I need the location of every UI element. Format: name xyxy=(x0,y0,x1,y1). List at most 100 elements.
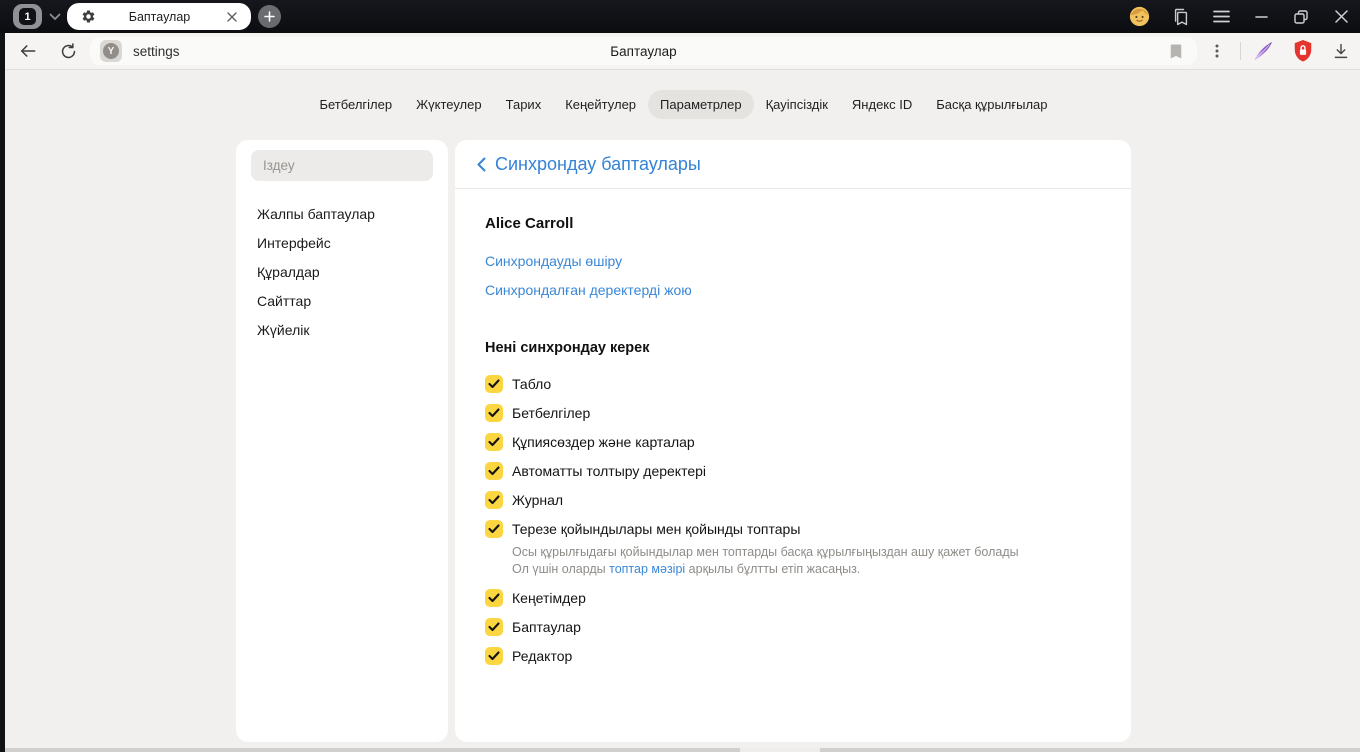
checkbox-label: Терезе қойындылары мен қойынды топтары xyxy=(512,520,801,537)
address-text: settings xyxy=(133,43,180,59)
horizontal-scrollbar[interactable] xyxy=(0,748,1360,752)
yandex-favicon: Y xyxy=(103,43,119,59)
checkbox-label: Құпиясөздер және карталар xyxy=(512,433,695,450)
downloads-button[interactable] xyxy=(1323,33,1359,69)
profile-button[interactable] xyxy=(1119,0,1159,33)
collections-button[interactable] xyxy=(1161,0,1201,33)
checkbox[interactable] xyxy=(485,403,503,422)
window-minimize-button[interactable] xyxy=(1241,0,1281,33)
back-button[interactable] xyxy=(10,33,46,69)
tab-downloads[interactable]: Жүктеулер xyxy=(404,90,494,119)
bookmark-icon xyxy=(1170,44,1182,58)
sidebar-item-general[interactable]: Жалпы баптаулар xyxy=(236,199,448,228)
delete-synced-data-link[interactable]: Синхрондалған деректерді жою xyxy=(485,275,692,304)
tab-close-button[interactable] xyxy=(223,8,241,26)
close-icon xyxy=(227,11,237,22)
checkbox[interactable] xyxy=(485,519,503,538)
sync-checkbox-row-editor[interactable]: Редактор xyxy=(485,641,1101,670)
checkbox-label: Автоматты толтыру деректері xyxy=(512,462,707,479)
note-line1: Осы құрылғыдағы қойындылар мен топтарды … xyxy=(512,545,1019,559)
note-line2-pre: Ол үшін оларды xyxy=(512,562,610,576)
checkbox[interactable] xyxy=(485,490,503,509)
tab-history[interactable]: Тарих xyxy=(494,90,554,119)
sync-checkbox-row-tableau[interactable]: Табло xyxy=(485,369,1101,398)
tab-counter: 1 xyxy=(19,8,36,25)
account-name: Alice Carroll xyxy=(485,215,574,232)
browser-tab-settings[interactable]: Баптаулар xyxy=(67,3,251,30)
tab-extensions[interactable]: Кеңейтулер xyxy=(553,90,648,119)
search-box xyxy=(251,150,433,181)
minimize-icon xyxy=(1254,15,1268,18)
window-left-edge xyxy=(0,33,5,752)
checkbox-label: Табло xyxy=(512,375,552,392)
browser-menu-button[interactable] xyxy=(1201,0,1241,33)
checkbox-label: Редактор xyxy=(512,647,573,664)
tab-counter-button[interactable]: 1 xyxy=(13,4,42,29)
sync-checkbox-row-tabs[interactable]: Терезе қойындылары мен қойынды топтары xyxy=(485,514,1101,543)
checkbox[interactable] xyxy=(485,646,503,665)
page-actions-menu-button[interactable] xyxy=(1199,33,1235,69)
sync-checkbox-row-history[interactable]: Журнал xyxy=(485,485,1101,514)
section-title: Нені синхрондау керек xyxy=(485,340,650,356)
back-to-settings-button[interactable] xyxy=(470,150,492,178)
protect-shield-icon xyxy=(1292,39,1314,63)
checkbox[interactable] xyxy=(485,588,503,607)
tab-bookmarks[interactable]: Бетбелгілер xyxy=(307,90,404,119)
collections-icon xyxy=(1171,7,1191,27)
download-icon xyxy=(1334,43,1348,59)
new-tab-button[interactable] xyxy=(258,5,281,28)
checkbox[interactable] xyxy=(485,432,503,451)
window-close-button[interactable] xyxy=(1321,0,1360,33)
reload-button[interactable] xyxy=(50,33,86,69)
feather-icon xyxy=(1251,39,1275,63)
tab-security[interactable]: Қауіпсіздік xyxy=(754,90,840,119)
checkbox[interactable] xyxy=(485,617,503,636)
tab-other-devices[interactable]: Басқа құрылғылар xyxy=(924,90,1059,119)
chevron-down-icon xyxy=(49,8,61,26)
chevron-left-icon xyxy=(477,157,485,171)
sync-checkbox-row-extensions[interactable]: Кеңетімдер xyxy=(485,583,1101,612)
sync-checkbox-row-autofill[interactable]: Автоматты толтыру деректері xyxy=(485,456,1101,485)
feather-extension-button[interactable] xyxy=(1245,33,1281,69)
menu-icon xyxy=(1212,10,1230,23)
bookmark-button[interactable] xyxy=(1165,40,1187,62)
scrollbar-gap xyxy=(740,748,820,752)
page-title: Синхрондау баптаулары xyxy=(495,153,701,174)
sidebar-item-tools[interactable]: Құралдар xyxy=(236,257,448,286)
note-line2-post: арқылы бұлтты етіп жасаңыз. xyxy=(685,562,861,576)
disable-sync-link[interactable]: Синхрондауды өшіру xyxy=(485,246,622,275)
sync-settings-header: Синхрондау баптаулары xyxy=(455,140,1131,189)
sidebar-item-interface[interactable]: Интерфейс xyxy=(236,228,448,257)
checkbox-label: Бетбелгілер xyxy=(512,404,591,421)
search-input[interactable] xyxy=(251,158,433,173)
tab-yandex-id[interactable]: Яндекс ID xyxy=(840,90,924,119)
protect-button[interactable] xyxy=(1285,33,1321,69)
kebab-menu-icon xyxy=(1215,44,1219,58)
tabs-sync-note: Осы құрылғыдағы қойындылар мен топтарды … xyxy=(512,544,1101,578)
sync-checkbox-row-bookmarks[interactable]: Бетбелгілер xyxy=(485,398,1101,427)
gear-icon xyxy=(81,9,96,24)
checkbox-label: Журнал xyxy=(512,491,564,508)
tab-bar: 1 Баптаулар xyxy=(0,0,1360,33)
address-bar[interactable]: Y settings Баптаулар xyxy=(90,37,1197,65)
window-restore-button[interactable] xyxy=(1281,0,1321,33)
settings-nav: Бетбелгілер Жүктеулер Тарих Кеңейтулер П… xyxy=(236,89,1131,119)
back-icon xyxy=(20,45,36,57)
sync-checkbox-row-passwords[interactable]: Құпиясөздер және карталар xyxy=(485,427,1101,456)
tab-list-dropdown-button[interactable] xyxy=(42,4,68,29)
tab-settings[interactable]: Параметрлер xyxy=(648,89,754,119)
sidebar-item-sites[interactable]: Сайттар xyxy=(236,286,448,315)
restore-icon xyxy=(1294,9,1308,24)
sync-checkbox-row-settings[interactable]: Баптаулар xyxy=(485,612,1101,641)
checkbox-label: Баптаулар xyxy=(512,618,581,635)
settings-sidebar: Жалпы баптаулар Интерфейс Құралдар Сайтт… xyxy=(236,140,448,742)
tab-groups-menu-link[interactable]: топтар мәзірі xyxy=(609,562,685,576)
sidebar-item-system[interactable]: Жүйелік xyxy=(236,315,448,344)
avatar xyxy=(1129,6,1150,27)
toolbar-separator xyxy=(1240,42,1241,60)
tab-title: Баптаулар xyxy=(128,9,191,24)
window-close-icon xyxy=(1334,10,1348,23)
checkbox[interactable] xyxy=(485,461,503,480)
site-icon: Y xyxy=(100,40,122,62)
checkbox[interactable] xyxy=(485,374,503,393)
